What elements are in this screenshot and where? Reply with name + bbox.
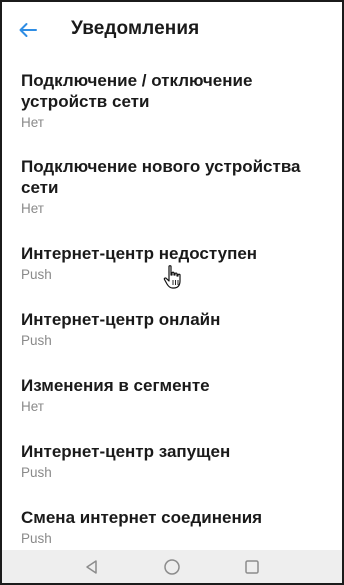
- list-item[interactable]: Подключение / отключение устройств сети …: [2, 70, 342, 131]
- phone-frame: Уведомления Подключение / отключение уст…: [0, 0, 344, 585]
- item-value: Push: [21, 531, 52, 546]
- page-title: Уведомления: [71, 18, 200, 39]
- item-title: Смена интернет соединения: [21, 508, 263, 527]
- system-nav-bar: [2, 550, 342, 583]
- nav-back-button[interactable]: [80, 555, 104, 579]
- list-item[interactable]: Интернет-центр онлайн Push: [2, 309, 342, 349]
- list-item[interactable]: Изменения в сегменте Нет: [2, 375, 342, 415]
- list-item[interactable]: Интернет-центр запущен Push: [2, 441, 342, 481]
- app-bar: Уведомления: [2, 2, 342, 58]
- circle-home-icon: [164, 558, 180, 575]
- item-title: Интернет-центр онлайн: [21, 310, 221, 329]
- hand-pointer-icon: [163, 265, 181, 289]
- item-value: Нет: [21, 115, 44, 130]
- item-value: Push: [21, 333, 52, 348]
- arrow-left-icon: [19, 23, 37, 37]
- list-item[interactable]: Смена интернет соединения Push: [2, 507, 342, 547]
- item-title: Изменения в сегменте: [21, 376, 210, 395]
- nav-home-button[interactable]: [160, 555, 184, 579]
- item-title: Интернет-центр запущен: [21, 442, 231, 461]
- item-value: Нет: [21, 399, 44, 414]
- item-value: Push: [21, 465, 52, 480]
- item-title: Подключение / отключение устройств сети: [21, 71, 253, 111]
- item-title: Интернет-центр недоступен: [21, 244, 258, 263]
- back-button[interactable]: [14, 16, 42, 44]
- square-recents-icon: [245, 559, 259, 574]
- triangle-back-icon: [86, 559, 97, 574]
- item-value: Нет: [21, 201, 44, 216]
- list-item[interactable]: Подключение нового устройства сети Нет: [2, 156, 342, 217]
- item-title: Подключение нового устройства сети: [21, 157, 301, 197]
- nav-recents-button[interactable]: [240, 555, 264, 579]
